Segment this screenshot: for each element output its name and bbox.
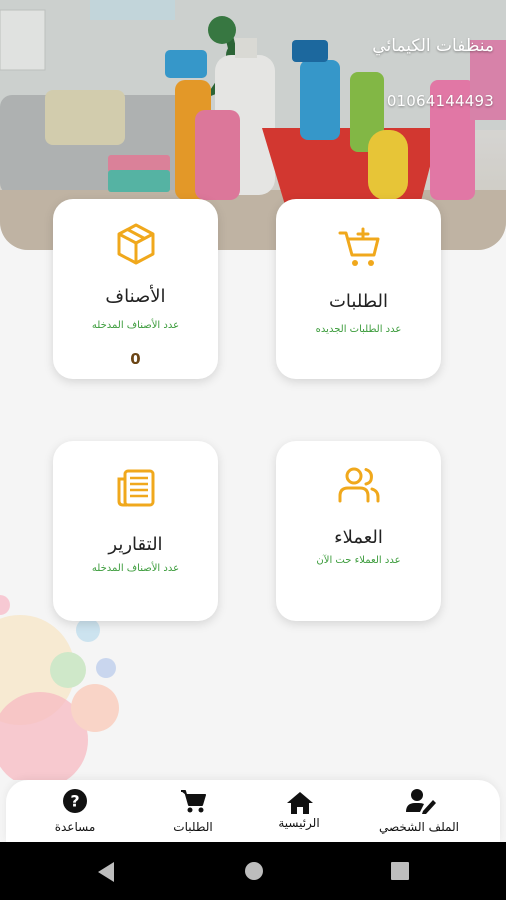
user-edit-icon — [406, 789, 436, 814]
nav-home-label: الرئيسية — [278, 816, 320, 830]
bottom-nav: ? مساعدة الطلبات الرئيسية الملف الشخصي — [6, 780, 500, 842]
system-navigation-bar — [0, 842, 506, 900]
orders-title: الطلبات — [328, 291, 389, 312]
reports-subtitle: عدد الأصناف المدخله — [91, 563, 180, 574]
box-icon — [117, 223, 154, 265]
nav-home[interactable]: الرئيسية — [244, 780, 354, 842]
reports-title: التقارير — [108, 534, 163, 555]
nav-orders[interactable]: الطلبات — [138, 780, 248, 842]
customers-card[interactable]: العملاء عدد العملاء حت الآن — [276, 441, 441, 621]
store-name: منظفات الكيمائي — [372, 36, 494, 56]
nav-profile-label: الملف الشخصي — [379, 820, 459, 834]
users-icon — [338, 467, 379, 503]
store-phone: 01064144493 — [386, 92, 494, 110]
orders-subtitle: عدد الطلبات الجديده — [315, 324, 402, 335]
categories-subtitle: عدد الأصناف المدخله — [91, 320, 180, 331]
nav-help-label: مساعدة — [54, 820, 96, 834]
nav-profile[interactable]: الملف الشخصي — [364, 780, 474, 842]
help-icon: ? — [63, 789, 87, 813]
svg-text:?: ? — [70, 792, 79, 811]
customers-title: العملاء — [334, 527, 383, 548]
newspaper-icon — [117, 469, 154, 507]
back-icon[interactable] — [96, 861, 116, 883]
home-icon — [287, 792, 313, 814]
nav-orders-label: الطلبات — [173, 820, 213, 834]
categories-count: 0 — [130, 350, 141, 368]
nav-help[interactable]: ? مساعدة — [20, 780, 130, 842]
cart-plus-icon — [338, 227, 379, 266]
recents-icon[interactable] — [390, 861, 410, 881]
categories-title: الأصناف — [105, 286, 166, 307]
reports-card[interactable]: التقارير عدد الأصناف المدخله — [53, 441, 218, 621]
cart-icon — [181, 790, 206, 813]
customers-subtitle: عدد العملاء حت الآن — [316, 555, 401, 566]
home-circle-icon[interactable] — [244, 861, 264, 881]
categories-card[interactable]: الأصناف عدد الأصناف المدخله 0 — [53, 199, 218, 379]
orders-card[interactable]: الطلبات عدد الطلبات الجديده — [276, 199, 441, 379]
